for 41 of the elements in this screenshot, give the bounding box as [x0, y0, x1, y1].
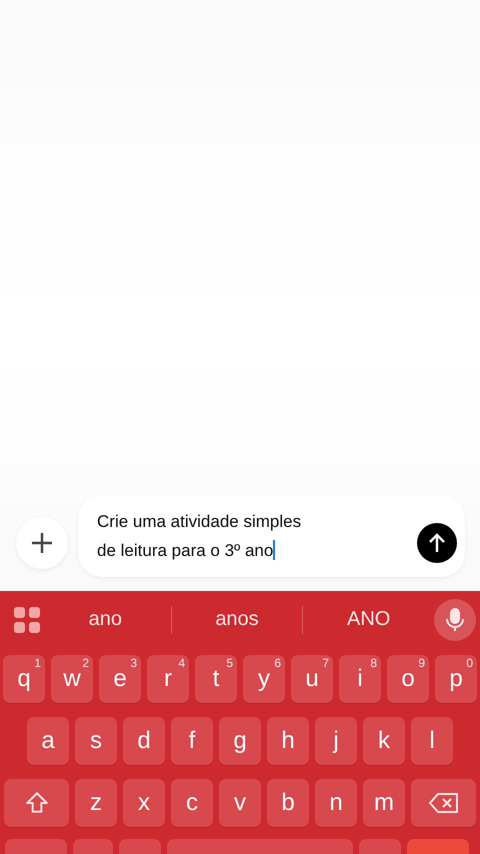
keyboard-key[interactable]: j — [315, 717, 357, 765]
keyboard-key[interactable]: v — [219, 779, 261, 827]
keyboard-key[interactable]: c — [171, 779, 213, 827]
plus-icon — [31, 532, 53, 554]
key-hint: 7 — [322, 656, 329, 670]
keyboard-key[interactable]: i 8 — [339, 655, 381, 703]
send-button[interactable] — [417, 523, 457, 563]
keyboard-key[interactable]: f — [171, 717, 213, 765]
key-hint: 3 — [130, 656, 137, 670]
microphone-button[interactable] — [434, 598, 476, 640]
key-hint: 2 — [82, 656, 89, 670]
key-hint: 0 — [466, 656, 473, 670]
keyboard-key[interactable]: s — [75, 717, 117, 765]
key-hint: 8 — [370, 656, 377, 670]
key-hint: 9 — [418, 656, 425, 670]
suggestion[interactable]: ano — [40, 606, 171, 634]
keyboard-key[interactable]: m — [363, 779, 405, 827]
key-hint: 1 — [34, 656, 41, 670]
keyboard-key[interactable]: h — [267, 717, 309, 765]
grid-icon — [14, 606, 40, 632]
keyboard-key[interactable]: g — [219, 717, 261, 765]
keyboard-key[interactable]: x — [123, 779, 165, 827]
keyboard-key[interactable]: k — [363, 717, 405, 765]
key-hint: 5 — [226, 656, 233, 670]
message-input[interactable]: Crie uma atividade simples de leitura para o 3º ano — [78, 495, 465, 577]
suggestion[interactable]: ANO — [302, 606, 434, 634]
suggestion[interactable]: anos — [170, 606, 302, 634]
keyboard-key[interactable]: t 5 — [195, 655, 237, 703]
shift-key[interactable] — [4, 779, 69, 827]
keyboard-key[interactable]: z — [75, 779, 117, 827]
backspace-icon — [428, 791, 460, 815]
keyboard-key[interactable]: a — [27, 717, 69, 765]
keyboard-key[interactable]: n — [315, 779, 357, 827]
key-hint: 6 — [274, 656, 281, 670]
key-hint: 4 — [178, 656, 185, 670]
keyboard-key[interactable]: d — [123, 717, 165, 765]
keyboard-key[interactable]: b — [267, 779, 309, 827]
keyboard-key[interactable]: r 4 — [147, 655, 189, 703]
microphone-icon — [445, 608, 466, 632]
backspace-key[interactable] — [411, 779, 476, 827]
keyboard-key[interactable]: l — [411, 717, 453, 765]
